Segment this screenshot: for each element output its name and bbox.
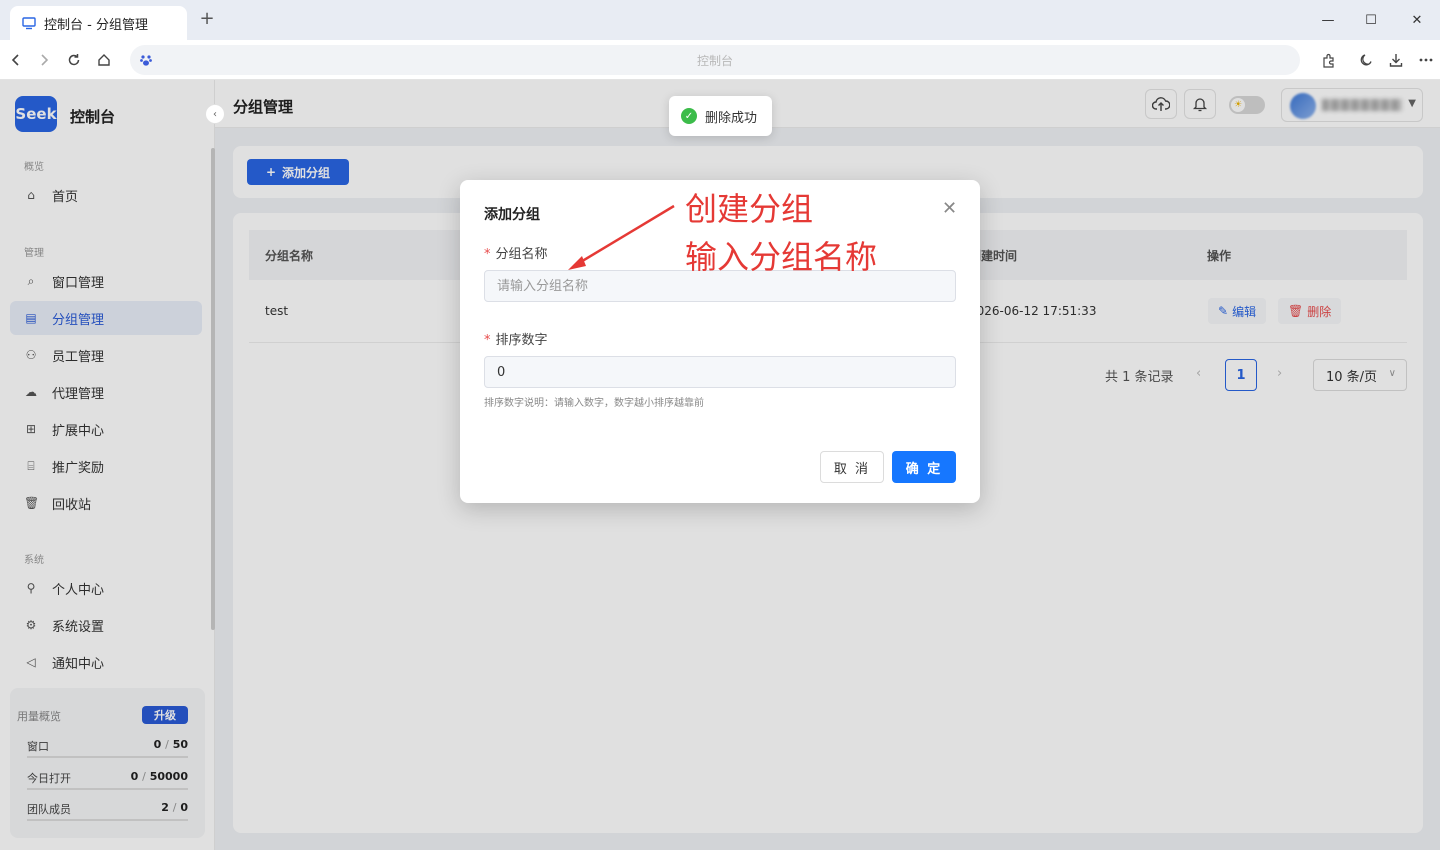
group-name-label-text: 分组名称 bbox=[495, 247, 548, 262]
new-tab-button[interactable]: + bbox=[198, 10, 216, 28]
confirm-button[interactable]: 确 定 bbox=[892, 451, 956, 483]
toast-message: 删除成功 bbox=[705, 110, 758, 126]
home-icon[interactable] bbox=[94, 50, 114, 70]
sort-number-help: 排序数字说明：请输入数字，数字越小排序越靠前 bbox=[484, 398, 704, 409]
monitor-icon bbox=[22, 17, 36, 30]
tab-title: 控制台 - 分组管理 bbox=[44, 17, 148, 33]
annotation-line-1: 创建分组 bbox=[685, 190, 814, 228]
forward-icon[interactable] bbox=[34, 50, 54, 70]
address-text: 控制台 bbox=[696, 54, 733, 68]
browser-toolbar: 控制台 bbox=[0, 40, 1440, 80]
required-mark: * bbox=[484, 247, 491, 262]
close-window-button[interactable]: ✕ bbox=[1402, 8, 1432, 32]
group-name-label: * 分组名称 bbox=[484, 243, 548, 262]
annotation-arrow bbox=[568, 204, 675, 270]
browser-tab[interactable]: 控制台 - 分组管理 bbox=[10, 6, 187, 40]
required-mark: * bbox=[484, 333, 491, 348]
address-bar[interactable]: 控制台 bbox=[130, 45, 1300, 75]
check-circle-icon: ✓ bbox=[681, 108, 697, 124]
app-root: Seek 控制台 概览 ⌂ 首页 管理 ⌕ 窗口管理 ▤ 分组管理 ⚇ 员工管理… bbox=[0, 80, 1440, 850]
sidebar-collapse-button[interactable]: ‹ bbox=[205, 104, 225, 124]
extensions-icon[interactable] bbox=[1318, 50, 1338, 70]
close-icon[interactable]: ✕ bbox=[942, 198, 957, 219]
success-toast: ✓ 删除成功 bbox=[669, 96, 772, 136]
minimize-button[interactable]: — bbox=[1313, 8, 1343, 32]
more-menu-icon[interactable] bbox=[1416, 50, 1436, 70]
sort-number-label-text: 排序数字 bbox=[495, 333, 548, 348]
dialog-title: 添加分组 bbox=[484, 207, 540, 223]
maximize-button[interactable]: ☐ bbox=[1356, 8, 1386, 32]
dark-mode-icon[interactable] bbox=[1356, 50, 1376, 70]
reload-icon[interactable] bbox=[64, 50, 84, 70]
download-icon[interactable] bbox=[1386, 50, 1406, 70]
sort-number-label: * 排序数字 bbox=[484, 329, 548, 348]
sort-number-input[interactable] bbox=[484, 356, 956, 388]
back-icon[interactable] bbox=[6, 50, 26, 70]
annotation-line-2: 输入分组名称 bbox=[685, 238, 878, 276]
cancel-button[interactable]: 取 消 bbox=[820, 451, 884, 483]
browser-tabbar: 控制台 - 分组管理 + — ☐ ✕ bbox=[0, 0, 1440, 40]
